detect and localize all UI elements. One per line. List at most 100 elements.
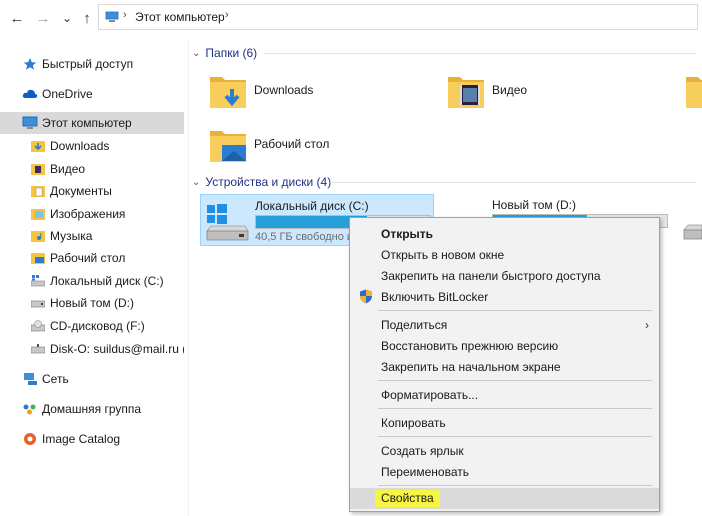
navigation-pane: Быстрый доступ OneDrive Этот компьютер D… xyxy=(0,40,184,516)
computer-icon xyxy=(105,11,119,22)
computer-icon xyxy=(22,116,38,130)
video-folder-icon xyxy=(30,162,46,176)
sidebar-item-this-pc[interactable]: Этот компьютер xyxy=(0,112,184,134)
group-divider xyxy=(330,182,696,183)
desktop-folder-icon xyxy=(210,131,246,162)
folder-label: Downloads xyxy=(254,83,314,97)
pane-divider[interactable] xyxy=(188,40,189,516)
drive-icon xyxy=(683,224,702,240)
sidebar-item-image-catalog[interactable]: Image Catalog xyxy=(0,428,184,450)
sidebar-item-quick-access[interactable]: Быстрый доступ xyxy=(0,53,184,75)
sidebar-item-label: OneDrive xyxy=(42,87,93,101)
sidebar-item-label: Домашняя группа xyxy=(42,402,142,416)
folder-tile-desktop[interactable]: Рабочий стол xyxy=(208,120,428,168)
menu-item-pin-quick-access[interactable]: Закрепить на панели быстрого доступа xyxy=(350,265,659,286)
menu-separator xyxy=(378,380,652,381)
menu-item-format[interactable]: Форматировать... xyxy=(350,384,659,405)
devices-group-header[interactable]: ⌄ Устройства и диски (4) xyxy=(192,173,331,191)
breadcrumb-separator[interactable]: › xyxy=(123,9,127,21)
sidebar-item-label: Изображения xyxy=(50,207,126,221)
sidebar-item-onedrive[interactable]: OneDrive xyxy=(0,83,184,105)
folders-group-header[interactable]: ⌄ Папки (6) xyxy=(192,44,257,62)
folder-tile-partial[interactable] xyxy=(684,66,702,114)
menu-separator xyxy=(378,310,652,311)
menu-item-rename[interactable]: Переименовать xyxy=(350,461,659,482)
network-icon xyxy=(22,372,38,386)
menu-item-create-shortcut[interactable]: Создать ярлык xyxy=(350,440,659,461)
music-folder-icon xyxy=(30,229,46,243)
sidebar-item-drive-c[interactable]: Локальный диск (C:) xyxy=(0,270,184,292)
homegroup-icon xyxy=(22,402,38,416)
sidebar-item-label: Downloads xyxy=(50,139,110,153)
folder-tile-downloads[interactable]: Downloads xyxy=(208,66,428,114)
sidebar-item-video[interactable]: Видео xyxy=(0,158,184,180)
drive-tile-partial[interactable] xyxy=(680,216,702,268)
sidebar-item-pictures[interactable]: Изображения xyxy=(0,203,184,225)
folder-tile-video[interactable]: Видео xyxy=(446,66,666,114)
context-menu: Открыть Открыть в новом окне Закрепить н… xyxy=(349,217,660,512)
sidebar-item-drive-d[interactable]: Новый том (D:) xyxy=(0,292,184,314)
sidebar-item-label: Image Catalog xyxy=(42,432,121,446)
group-title: Папки (6) xyxy=(205,46,258,60)
sidebar-item-label: Disk-O: suildus@mail.ru (O: xyxy=(50,342,184,356)
group-divider xyxy=(264,53,696,54)
drive-icon xyxy=(30,296,46,310)
recent-locations-button[interactable]: ⌄ xyxy=(58,9,76,27)
chevron-down-icon[interactable]: ⌄ xyxy=(192,48,200,59)
desktop-folder-icon xyxy=(30,251,46,265)
breadcrumb-this-pc[interactable]: Этот компьютер xyxy=(135,10,225,24)
sidebar-item-label: Видео xyxy=(50,162,86,176)
windows-drive-icon xyxy=(30,274,46,288)
sidebar-item-network[interactable]: Сеть xyxy=(0,368,184,390)
menu-item-open-new-window[interactable]: Открыть в новом окне xyxy=(350,244,659,265)
cloud-icon xyxy=(22,87,38,101)
folder-label: Видео xyxy=(492,83,528,97)
sidebar-item-label: Этот компьютер xyxy=(42,116,132,130)
drive-name: Локальный диск (C:) xyxy=(255,199,369,213)
folder-icon xyxy=(686,77,702,108)
sidebar-item-cd-drive[interactable]: CD-дисковод (F:) xyxy=(0,315,184,337)
chevron-down-icon[interactable]: ⌄ xyxy=(192,177,200,188)
sidebar-item-disk-o[interactable]: Disk-O: suildus@mail.ru (O: xyxy=(0,338,184,360)
sidebar-item-label: Новый том (D:) xyxy=(50,296,134,310)
address-field[interactable]: › Этот компьютер › xyxy=(98,4,698,30)
group-title: Устройства и диски (4) xyxy=(205,175,332,189)
cd-drive-icon xyxy=(30,319,46,333)
menu-separator xyxy=(378,485,652,486)
sidebar-item-label: CD-дисковод (F:) xyxy=(50,319,145,333)
downloads-folder-icon xyxy=(30,139,46,153)
menu-separator xyxy=(378,436,652,437)
menu-item-restore-previous[interactable]: Восстановить прежнюю версию xyxy=(350,335,659,356)
menu-item-bitlocker[interactable]: Включить BitLocker xyxy=(350,286,659,307)
sidebar-item-label: Музыка xyxy=(50,229,93,243)
menu-separator xyxy=(378,408,652,409)
sidebar-item-music[interactable]: Музыка xyxy=(0,225,184,247)
forward-button[interactable]: → xyxy=(34,9,52,27)
up-button[interactable]: ↑ xyxy=(78,9,96,27)
pictures-folder-icon xyxy=(30,207,46,221)
sidebar-item-label: Быстрый доступ xyxy=(42,57,134,71)
menu-item-open[interactable]: Открыть xyxy=(350,223,659,244)
breadcrumb-separator[interactable]: › xyxy=(225,9,229,21)
sidebar-item-documents[interactable]: Документы xyxy=(0,180,184,202)
image-catalog-icon xyxy=(22,432,38,446)
highlight-marker: Свойства xyxy=(375,490,440,507)
menu-item-share[interactable]: Поделиться › xyxy=(350,314,659,335)
address-bar: ← → ⌄ ↑ › Этот компьютер › xyxy=(0,0,702,36)
network-drive-icon xyxy=(30,342,46,356)
drive-free-space: 40,5 ГБ свободно из xyxy=(255,231,359,243)
menu-item-copy[interactable]: Копировать xyxy=(350,412,659,433)
drive-name: Новый том (D:) xyxy=(492,198,576,212)
video-folder-icon xyxy=(448,77,484,108)
menu-item-pin-start[interactable]: Закрепить на начальном экране xyxy=(350,356,659,377)
documents-folder-icon xyxy=(30,184,46,198)
chevron-right-icon: › xyxy=(645,318,649,332)
sidebar-item-downloads[interactable]: Downloads xyxy=(0,135,184,157)
sidebar-item-homegroup[interactable]: Домашняя группа xyxy=(0,398,184,420)
shield-icon xyxy=(360,289,372,304)
downloads-folder-icon xyxy=(210,77,246,108)
sidebar-item-desktop[interactable]: Рабочий стол xyxy=(0,247,184,269)
star-icon xyxy=(22,57,38,71)
menu-item-properties[interactable]: Свойства xyxy=(350,488,659,509)
back-button[interactable]: ← xyxy=(8,9,26,27)
